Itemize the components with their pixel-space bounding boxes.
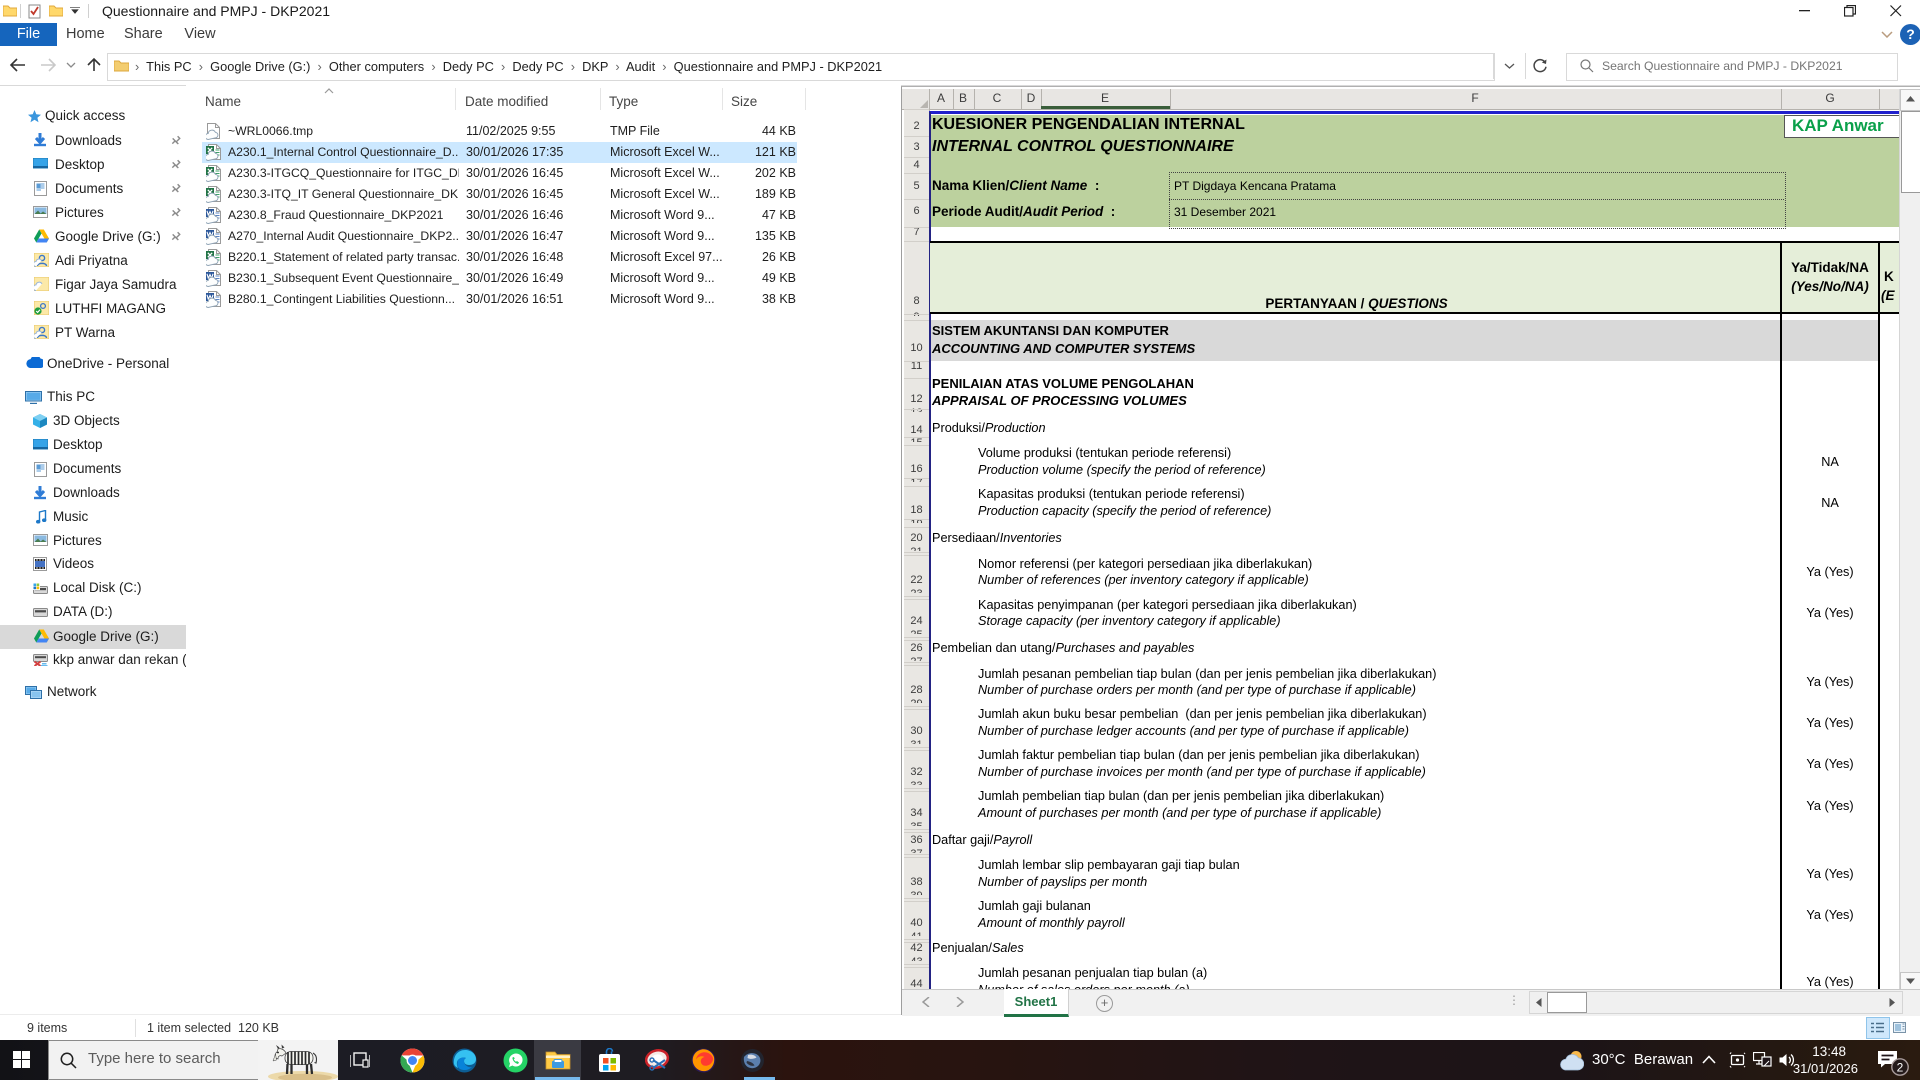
svg-text:2: 2 — [1897, 1061, 1904, 1075]
